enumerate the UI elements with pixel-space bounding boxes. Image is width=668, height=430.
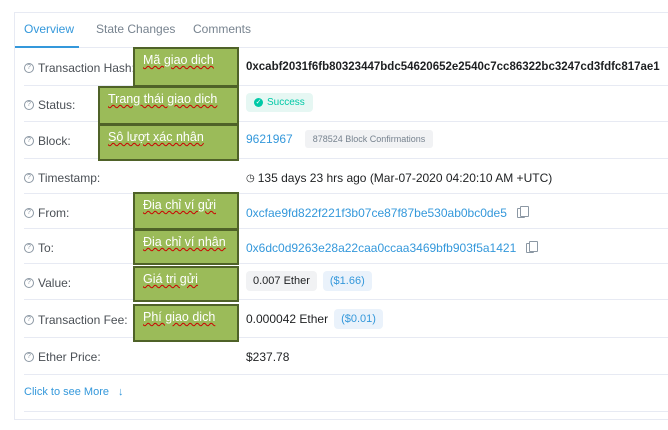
timestamp-text: 135 days 23 hrs ago (Mar-07-2020 04:20:1… — [257, 171, 553, 185]
value: 0xcabf2031f6fb80323447bdc54620652e2540c7… — [246, 61, 668, 73]
copy-icon[interactable] — [526, 241, 539, 253]
divider — [24, 375, 668, 412]
confirmations-badge: 878524 Block Confirmations — [304, 130, 434, 148]
help-icon: ? — [24, 352, 34, 362]
help-icon: ? — [24, 278, 34, 288]
ether-price: $237.78 — [246, 350, 290, 364]
value: 0xcfae9fd822f221f3b07ce87f87be530ab0bc0d… — [246, 206, 529, 220]
clock-icon: ◷ — [246, 172, 255, 184]
row-transaction-hash: ? Transaction Hash: 0xcabf2031f6fb8032344… — [24, 49, 668, 86]
annotation-value: Giá tri gửi — [133, 266, 239, 302]
label-text: Block: — [38, 134, 71, 148]
label: ? To: — [24, 241, 54, 255]
tab-comments[interactable]: Comments — [193, 22, 251, 36]
label-text: To: — [38, 241, 55, 255]
value: ◷ 135 days 23 hrs ago (Mar-07-2020 04:20:… — [246, 171, 552, 185]
status-badge: ✓ Success — [246, 93, 313, 112]
label: ? Block: — [24, 134, 71, 148]
label-text: Value: — [38, 276, 72, 290]
value: $237.78 — [246, 350, 289, 364]
from-address-link[interactable]: 0xcfae9fd822f221f3b07ce87f87be530ab0bc0d… — [246, 206, 507, 220]
annotation-text: Sô lượt xác nhân — [108, 130, 204, 144]
check-circle-icon: ✓ — [254, 98, 263, 107]
label-text: Ether Price: — [38, 350, 101, 364]
ether-value: 0.007 Ether — [246, 271, 317, 291]
help-icon: ? — [24, 136, 34, 146]
annotation-to: Đia chỉ ví nhân — [133, 229, 239, 265]
value: ✓ Success — [246, 93, 313, 112]
annotation-text: Đia chỉ ví gửi — [143, 198, 216, 212]
transaction-card: Overview State Changes Comments ? Transac… — [14, 12, 668, 420]
label-text: Status: — [38, 98, 76, 112]
help-icon: ? — [24, 315, 34, 325]
annotation-text: Giá tri gửi — [143, 272, 198, 286]
label-text: Timestamp: — [38, 171, 101, 185]
annotation-hash: Mã giao dich — [133, 47, 239, 87]
row-transaction-fee: ? Transaction Fee: 0.000042 Ether ($0.01) — [24, 300, 668, 338]
label-text: Transaction Hash: — [38, 61, 135, 75]
annotation-text: Trang thái giao dich — [108, 92, 218, 106]
active-tab-indicator — [15, 46, 79, 48]
annotation-from: Đia chỉ ví gửi — [133, 192, 239, 230]
usd-value: ($1.66) — [322, 271, 372, 291]
tab-state-changes[interactable]: State Changes — [96, 22, 175, 36]
label: ? Ether Price: — [24, 350, 101, 364]
tab-overview[interactable]: Overview — [24, 22, 74, 36]
fee-ether: 0.000042 Ether — [246, 312, 329, 326]
annotation-status: Trang thái giao dich — [98, 86, 239, 125]
label: ? Transaction Hash: — [24, 61, 135, 75]
annotation-block: Sô lượt xác nhân — [98, 124, 239, 161]
value: 0.000042 Ether ($0.01) — [246, 309, 383, 329]
row-timestamp: ? Timestamp: ◷ 135 days 23 hrs ago (Mar-07… — [24, 159, 668, 194]
annotation-text: Phí giao dich — [143, 310, 216, 324]
label: ? Transaction Fee: — [24, 313, 128, 327]
value: 9621967 878524 Block Confirmations — [246, 130, 434, 148]
row-ether-price: ? Ether Price: $237.78 — [24, 338, 668, 375]
transaction-hash: 0xcabf2031f6fb80323447bdc54620652e2540c7… — [246, 61, 660, 73]
help-icon: ? — [24, 208, 34, 218]
value: 0x6dc0d9263e28a22caa0ccaa3469bfb903f5a14… — [246, 241, 539, 255]
label: ? Timestamp: — [24, 171, 100, 185]
help-icon: ? — [24, 63, 34, 73]
block-link[interactable]: 9621967 — [246, 132, 293, 146]
to-address-link[interactable]: 0x6dc0d9263e28a22caa0ccaa3469bfb903f5a14… — [246, 241, 516, 255]
label: ? Value: — [24, 276, 71, 290]
row-to: ? To: 0x6dc0d9263e28a22caa0ccaa3469bfb903… — [24, 229, 668, 264]
row-from: ? From: 0xcfae9fd822f221f3b07ce87f87be530… — [24, 194, 668, 229]
label: ? Status: — [24, 98, 75, 112]
label-text: Transaction Fee: — [38, 313, 128, 327]
fee-usd: ($0.01) — [334, 309, 383, 329]
row-value: ? Value: 0.007 Ether ($1.66) — [24, 264, 668, 300]
help-icon: ? — [24, 243, 34, 253]
copy-icon[interactable] — [516, 206, 529, 218]
status-text: Success — [267, 97, 305, 108]
annotation-text: Mã giao dich — [143, 53, 214, 67]
help-icon: ? — [24, 173, 34, 183]
label-text: From: — [38, 206, 70, 220]
annotation-fee: Phí giao dich — [133, 304, 239, 342]
help-icon: ? — [24, 100, 34, 110]
tab-bar: Overview State Changes Comments — [15, 13, 668, 48]
value: 0.007 Ether ($1.66) — [246, 271, 372, 291]
annotation-text: Đia chỉ ví nhân — [143, 235, 226, 249]
label: ? From: — [24, 206, 69, 220]
